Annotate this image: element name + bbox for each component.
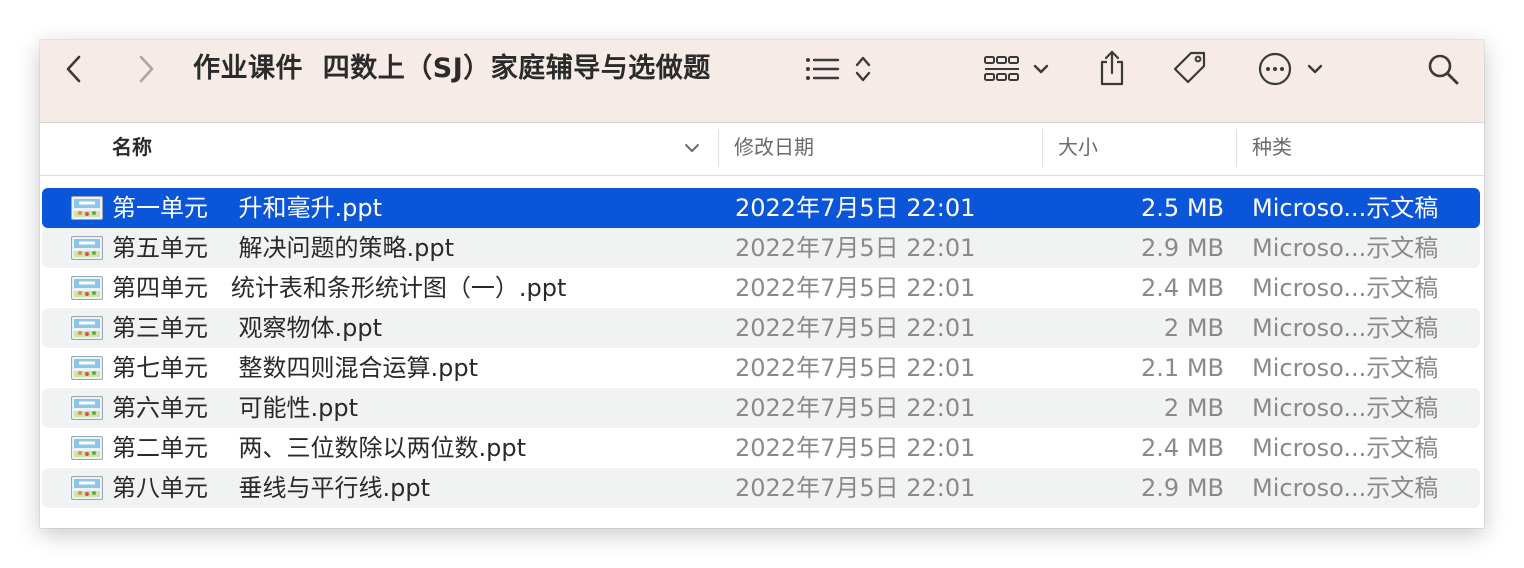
toolbar: 作业课件 四数上（SJ）家庭辅导与选做题: [40, 40, 1484, 123]
file-kind: Microso...示文稿: [1252, 234, 1439, 262]
file-row[interactable]: 第四单元 统计表和条形统计图（一）.ppt 2022年7月5日 22:01 2.4 …: [42, 268, 1480, 308]
ellipsis-circle-icon[interactable]: [1256, 50, 1294, 88]
file-size: 2.9 MB: [1141, 474, 1224, 502]
ppt-file-icon: [71, 396, 103, 420]
file-date: 2022年7月5日 22:01: [735, 474, 976, 502]
column-kind-header[interactable]: 种类: [1252, 123, 1292, 175]
file-size: 2.5 MB: [1141, 194, 1224, 222]
file-date: 2022年7月5日 22:01: [735, 434, 976, 462]
ppt-file-icon: [71, 436, 103, 460]
file-date: 2022年7月5日 22:01: [735, 194, 976, 222]
chevron-down-icon[interactable]: [1304, 52, 1326, 86]
file-size: 2.9 MB: [1141, 234, 1224, 262]
search-icon[interactable]: [1424, 50, 1462, 88]
file-row[interactable]: 第二单元 两、三位数除以两位数.ppt 2022年7月5日 22:01 2.4 MB…: [42, 428, 1480, 468]
column-divider[interactable]: [1236, 129, 1237, 167]
chevron-right-icon[interactable]: [130, 52, 162, 86]
list-icon[interactable]: [802, 52, 842, 86]
ppt-file-icon: [71, 236, 103, 260]
file-row[interactable]: 第三单元 观察物体.ppt 2022年7月5日 22:01 2 MB Microso.…: [42, 308, 1480, 348]
file-kind: Microso...示文稿: [1252, 434, 1439, 462]
file-name: 第六单元 可能性.ppt: [112, 394, 359, 422]
file-kind: Microso...示文稿: [1252, 394, 1439, 422]
ppt-file-icon: [71, 276, 103, 300]
tag-icon[interactable]: [1170, 48, 1210, 88]
file-row[interactable]: 第八单元 垂线与平行线.ppt 2022年7月5日 22:01 2.9 MB Micr…: [42, 468, 1480, 508]
ppt-file-icon: [71, 316, 103, 340]
file-name: 第八单元 垂线与平行线.ppt: [112, 474, 431, 502]
file-row[interactable]: 第七单元 整数四则混合运算.ppt 2022年7月5日 22:01 2.1 MB Mi…: [42, 348, 1480, 388]
file-date: 2022年7月5日 22:01: [735, 314, 976, 342]
file-size: 2.4 MB: [1141, 434, 1224, 462]
file-kind: Microso...示文稿: [1252, 274, 1439, 302]
file-kind: Microso...示文稿: [1252, 354, 1439, 382]
ppt-file-icon: [71, 356, 103, 380]
file-date: 2022年7月5日 22:01: [735, 354, 976, 382]
file-kind: Microso...示文稿: [1252, 314, 1439, 342]
file-name: 第七单元 整数四则混合运算.ppt: [112, 354, 479, 382]
file-date: 2022年7月5日 22:01: [735, 234, 976, 262]
chevron-left-icon[interactable]: [58, 52, 90, 86]
file-size: 2 MB: [1163, 314, 1224, 342]
file-kind: Microso...示文稿: [1252, 194, 1439, 222]
file-name: 第五单元 解决问题的策略.ppt: [112, 234, 455, 262]
finder-window: 作业课件 四数上（SJ）家庭辅导与选做题 名称 修改日期 大小 种类 第一单元 …: [40, 40, 1484, 528]
file-name: 第二单元 两、三位数除以两位数.ppt: [112, 434, 527, 462]
file-name: 第三单元 观察物体.ppt: [112, 314, 383, 342]
file-date: 2022年7月5日 22:01: [735, 394, 976, 422]
file-size: 2.4 MB: [1141, 274, 1224, 302]
column-divider[interactable]: [718, 129, 719, 167]
file-size: 2.1 MB: [1141, 354, 1224, 382]
file-row[interactable]: 第五单元 解决问题的策略.ppt 2022年7月5日 22:01 2.9 MB Mic…: [42, 228, 1480, 268]
share-icon[interactable]: [1094, 48, 1130, 88]
file-row[interactable]: 第一单元 升和毫升.ppt 2022年7月5日 22:01 2.5 MB Micros…: [42, 188, 1480, 228]
file-list: 第一单元 升和毫升.ppt 2022年7月5日 22:01 2.5 MB Micros…: [40, 188, 1484, 508]
file-row[interactable]: 第六单元 可能性.ppt 2022年7月5日 22:01 2 MB Microso..…: [42, 388, 1480, 428]
grid-icon[interactable]: [982, 52, 1022, 86]
file-name: 第四单元 统计表和条形统计图（一）.ppt: [112, 274, 567, 302]
chevron-down-icon[interactable]: [1030, 52, 1052, 86]
ppt-file-icon: [71, 476, 103, 500]
sort-chevron-down-icon[interactable]: [680, 137, 704, 159]
column-date-header[interactable]: 修改日期: [734, 123, 814, 175]
column-name-header[interactable]: 名称: [112, 123, 152, 175]
up-down-chevron-icon[interactable]: [850, 52, 876, 86]
file-date: 2022年7月5日 22:01: [735, 274, 976, 302]
file-name: 第一单元 升和毫升.ppt: [112, 194, 383, 222]
column-header: 名称 修改日期 大小 种类: [40, 123, 1484, 176]
column-size-header[interactable]: 大小: [1058, 123, 1098, 175]
column-divider[interactable]: [1042, 129, 1043, 167]
ppt-file-icon: [71, 196, 103, 220]
file-size: 2 MB: [1163, 394, 1224, 422]
file-kind: Microso...示文稿: [1252, 474, 1439, 502]
window-title: 作业课件 四数上（SJ）家庭辅导与选做题: [193, 53, 711, 84]
